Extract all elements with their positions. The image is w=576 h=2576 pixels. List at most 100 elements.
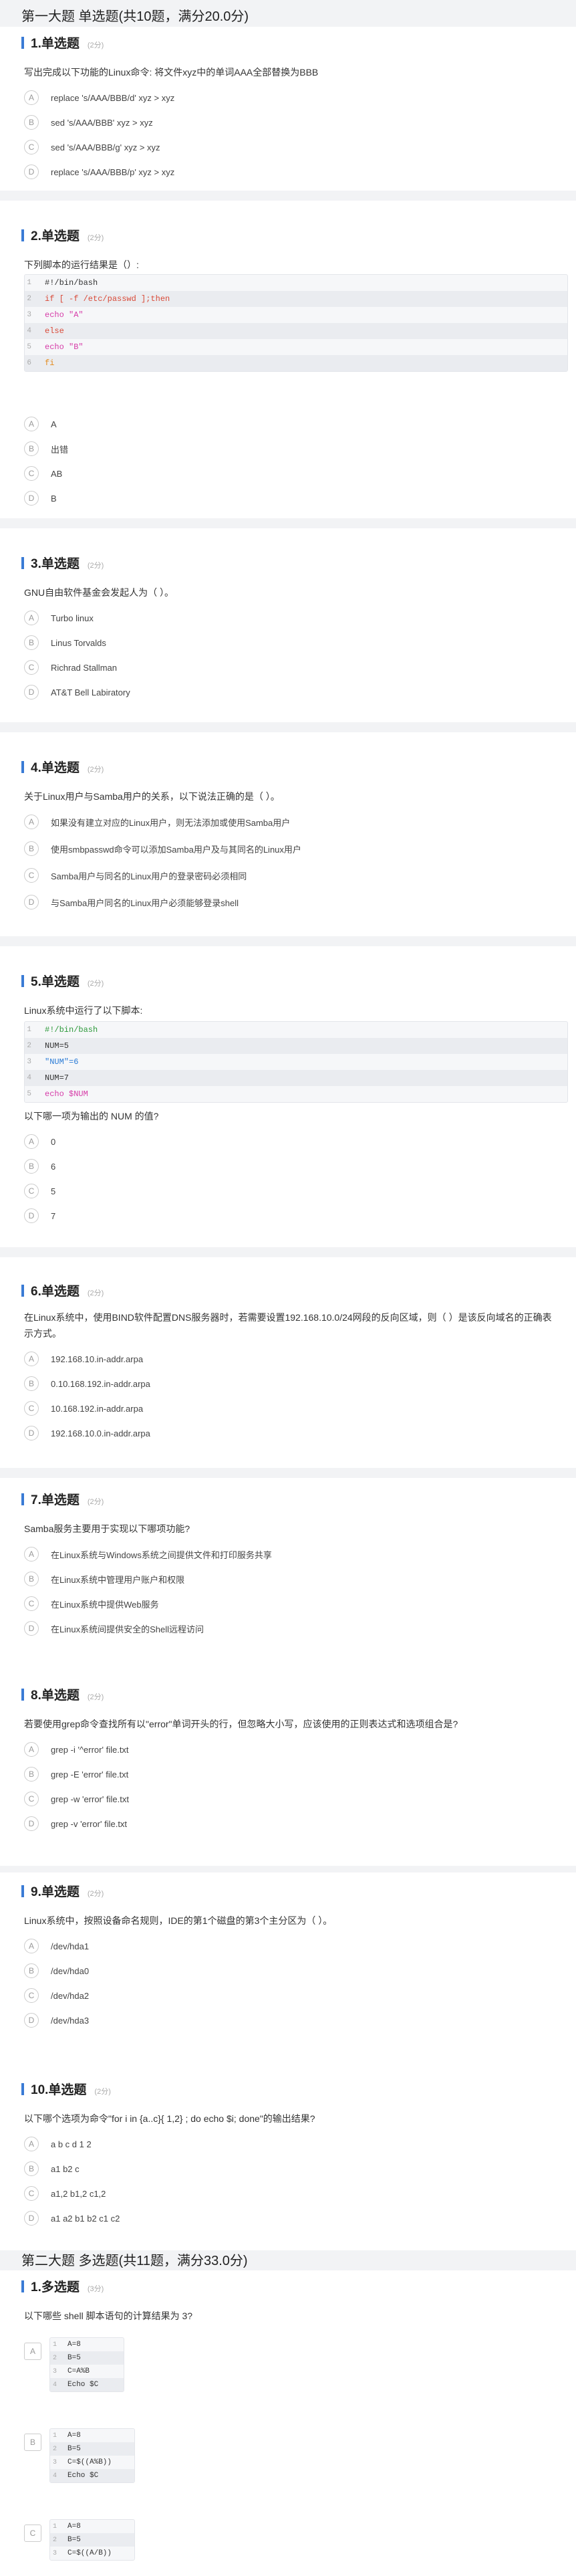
- question-marker: [21, 761, 24, 773]
- option-b[interactable]: B 出错: [24, 439, 68, 458]
- question-marker: [21, 1493, 24, 1505]
- option-text: grep -w 'error' file.txt: [51, 1794, 129, 1804]
- option-b[interactable]: Bgrep -E 'error' file.txt: [24, 1765, 128, 1784]
- option-key: A: [24, 1939, 39, 1953]
- code-line: Echo $C: [67, 2472, 99, 2480]
- code-line: C=$((A/B)): [67, 2549, 112, 2557]
- option-c[interactable]: C Samba用户与同名的Linux用户的登录密码必须相同: [24, 866, 247, 885]
- option-b[interactable]: B: [24, 2434, 41, 2451]
- option-d[interactable]: D 在Linux系统间提供安全的Shell远程访问: [24, 1619, 204, 1638]
- option-key: B: [24, 441, 39, 456]
- option-c[interactable]: C Richrad Stallman: [24, 658, 117, 677]
- question-number: 8.单选题: [31, 1689, 80, 1703]
- option-d[interactable]: D/dev/hda3: [24, 2011, 89, 2030]
- option-b[interactable]: B Linus Torvalds: [24, 633, 106, 652]
- code-block: 1 #!/bin/bash 2 if [ -f /etc/passwd ];then…: [24, 274, 568, 372]
- option-text: Samba用户与同名的Linux用户的登录密码必须相同: [51, 871, 247, 881]
- option-b[interactable]: Ba1 b2 c: [24, 2159, 80, 2178]
- option-c[interactable]: Cgrep -w 'error' file.txt: [24, 1790, 129, 1808]
- option-text: 在Linux系统中管理用户账户和权限: [51, 1574, 185, 1585]
- question-text: 写出完成以下功能的Linux命令: 将文件xyz中的单词AAA全部替换为BBB: [24, 67, 319, 78]
- option-text: Turbo linux: [51, 613, 94, 623]
- question-number: 3.单选题: [31, 557, 80, 571]
- option-a[interactable]: Aa b c d 1 2: [24, 2135, 92, 2153]
- option-c[interactable]: Csed 's/AAA/BBB/g' xyz > xyz: [24, 138, 160, 156]
- option-d[interactable]: DB: [24, 489, 57, 508]
- question-text: 以下哪个选项为命令"for i in {a..c}{ 1,2} ; do ech…: [24, 2113, 315, 2124]
- option-key: D: [24, 895, 39, 909]
- question-10: 10.单选题 (2分) 以下哪个选项为命令"for i in {a..c}{ 1,…: [0, 2066, 576, 2250]
- option-a[interactable]: Areplace 's/AAA/BBB/d' xyz > xyz: [24, 88, 174, 107]
- part2-title: 第二大题 多选题(共11题，满分33.0分): [21, 2254, 248, 2268]
- line-number: 2: [27, 1042, 31, 1050]
- option-c[interactable]: C: [24, 2525, 41, 2542]
- option-text: grep -i '^error' file.txt: [51, 1744, 129, 1755]
- question-text: Samba服务主要用于实现以下哪项功能?: [24, 1523, 190, 1534]
- option-a[interactable]: A Turbo linux: [24, 609, 94, 627]
- option-a[interactable]: A0: [24, 1132, 55, 1151]
- question-text: 关于Linux用户与Samba用户的关系，以下说法正确的是（ ）。: [24, 791, 280, 802]
- code-line: echo "B": [45, 342, 84, 352]
- option-a[interactable]: A: [24, 2343, 41, 2360]
- option-c[interactable]: C5: [24, 1182, 55, 1200]
- option-text: /dev/hda2: [51, 1990, 90, 2001]
- option-b[interactable]: B 0.10.168.192.in-addr.arpa: [24, 1374, 150, 1393]
- option-key: A: [24, 1742, 39, 1757]
- option-b[interactable]: B6: [24, 1157, 55, 1176]
- option-b[interactable]: B/dev/hda0: [24, 1961, 89, 1980]
- option-a[interactable]: A 192.168.10.in-addr.arpa: [24, 1350, 143, 1368]
- option-key: D: [24, 1621, 39, 1636]
- line-number: 2: [52, 2354, 57, 2362]
- option-c[interactable]: C AB: [24, 464, 62, 483]
- line-number: 1: [52, 2341, 57, 2349]
- option-a[interactable]: A 在Linux系统与Windows系统之间提供文件和打印服务共享: [24, 1545, 272, 1564]
- code-line: NUM=5: [45, 1041, 69, 1051]
- option-text: grep -v 'error' file.txt: [51, 1818, 128, 1829]
- option-c[interactable]: C 在Linux系统中提供Web服务: [24, 1594, 159, 1613]
- code-line: if [ -f /etc/passwd ];then: [45, 294, 170, 304]
- option-key: A: [24, 1134, 39, 1149]
- line-number: 3: [27, 311, 31, 319]
- question-number: 1.多选题: [31, 2280, 80, 2294]
- option-d[interactable]: Da1 a2 b1 b2 c1 c2: [24, 2209, 120, 2228]
- option-d[interactable]: D 与Samba用户同名的Linux用户必须能够登录shell: [24, 893, 239, 911]
- option-c[interactable]: Ca1,2 b1,2 c1,2: [24, 2184, 106, 2203]
- option-text: 192.168.10.0.in-addr.arpa: [51, 1428, 150, 1438]
- option-b[interactable]: B 在Linux系统中管理用户账户和权限: [24, 1570, 184, 1588]
- option-d[interactable]: D7: [24, 1206, 55, 1225]
- option-d[interactable]: Dgrep -v 'error' file.txt: [24, 1814, 127, 1833]
- question-score: (2分): [87, 1693, 104, 1701]
- option-text: Linus Torvalds: [51, 637, 106, 648]
- option-c[interactable]: C 10.168.192.in-addr.arpa: [24, 1399, 143, 1418]
- option-key: B: [24, 1963, 39, 1978]
- code-line: A=8: [67, 2341, 81, 2349]
- option-d[interactable]: D 192.168.10.0.in-addr.arpa: [24, 1424, 150, 1442]
- option-a[interactable]: A 如果没有建立对应的Linux用户，则无法添加或使用Samba用户: [24, 813, 290, 831]
- code-line: else: [45, 326, 64, 336]
- line-number: 5: [27, 1090, 31, 1098]
- option-text: a1 a2 b1 b2 c1 c2: [51, 2213, 120, 2224]
- option-a[interactable]: Agrep -i '^error' file.txt: [24, 1740, 129, 1759]
- line-number: 2: [52, 2536, 57, 2544]
- option-b[interactable]: Bsed 's/AAA/BBB' xyz > xyz: [24, 113, 153, 132]
- line-number: 4: [52, 2472, 57, 2480]
- option-a[interactable]: AA: [24, 415, 57, 433]
- question-score: (2分): [87, 234, 104, 242]
- option-a[interactable]: A/dev/hda1: [24, 1937, 89, 1955]
- option-c[interactable]: C/dev/hda2: [24, 1986, 89, 2005]
- code-line: "NUM"=6: [45, 1057, 79, 1067]
- question-marker: [21, 975, 24, 987]
- option-d[interactable]: D AT&T Bell Labiratory: [24, 683, 130, 702]
- option-text: 0: [51, 1136, 56, 1147]
- option-key: A: [24, 1547, 39, 1562]
- question-number: 9.单选题: [31, 1885, 80, 1899]
- option-b[interactable]: B 使用smbpasswd命令可以添加Samba用户及与其同名的Linux用户: [24, 839, 301, 858]
- question-marker: [21, 2083, 24, 2095]
- option-d[interactable]: Dreplace 's/AAA/BBB/p' xyz > xyz: [24, 163, 174, 181]
- option-key: B: [24, 2434, 41, 2451]
- option-key: B: [24, 1159, 39, 1174]
- question-score: (2分): [87, 980, 104, 988]
- question-subtext: 以下哪一项为输出的 NUM 的值?: [24, 1111, 159, 1121]
- option-text: 如果没有建立对应的Linux用户，则无法添加或使用Samba用户: [51, 817, 291, 828]
- option-c-code: 1 A=8 2 B=5 3 C=$((A/B)): [49, 2519, 135, 2561]
